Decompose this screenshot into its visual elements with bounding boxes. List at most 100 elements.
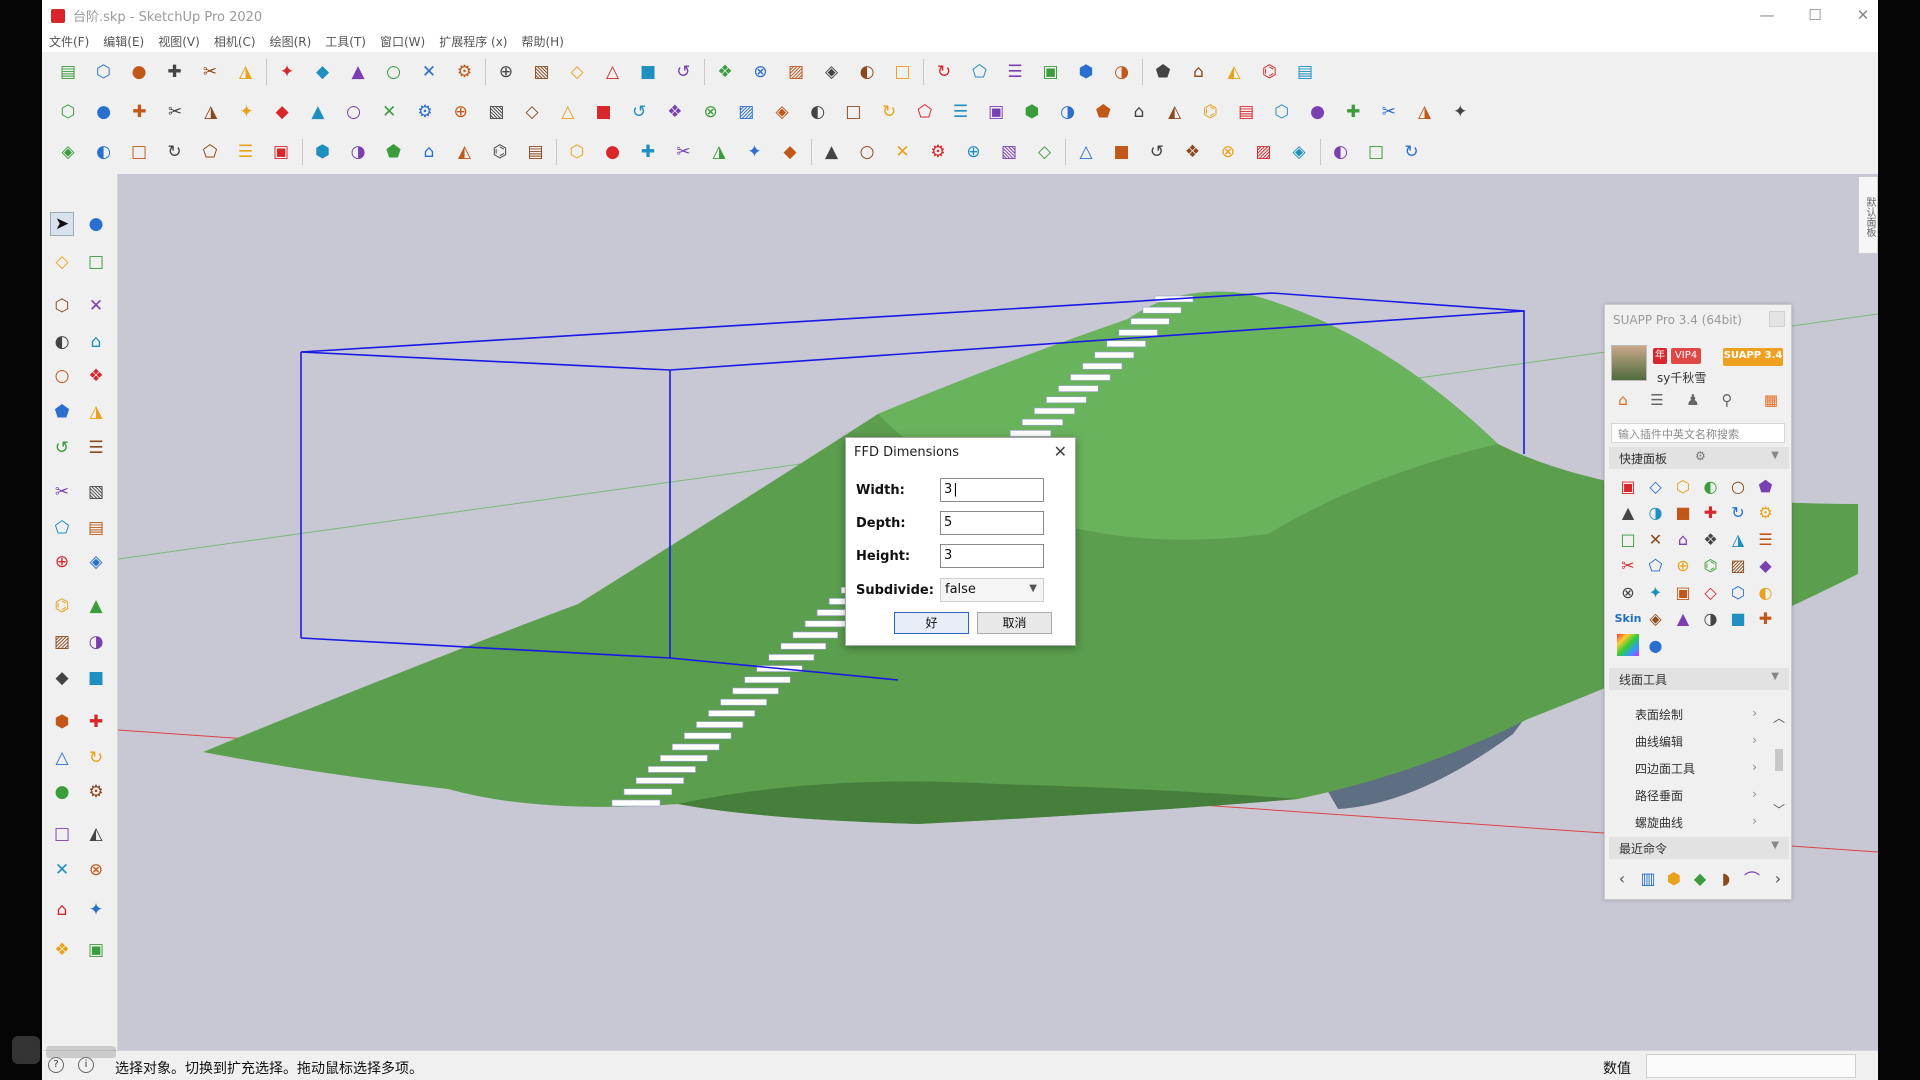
- plugin-tool-icon[interactable]: ❖: [1700, 528, 1722, 550]
- toolbar-tool-icon[interactable]: ⊗: [699, 100, 723, 124]
- toolbar-tool-icon[interactable]: ⬢: [1020, 100, 1044, 124]
- list-icon[interactable]: ☰: [1643, 391, 1671, 413]
- toolbar-tool-icon[interactable]: ✂: [163, 100, 187, 124]
- grid-icon[interactable]: ▦: [1757, 391, 1785, 413]
- chevron-right-icon[interactable]: ›: [1767, 867, 1789, 889]
- toolbar-tool-icon[interactable]: ↺: [1145, 140, 1169, 164]
- palette-tool-icon[interactable]: △: [50, 746, 74, 770]
- menu-file[interactable]: 文件(F): [42, 33, 96, 50]
- palette-tool-icon[interactable]: ⬠: [50, 516, 74, 540]
- menu-view[interactable]: 视图(V): [151, 33, 207, 50]
- palette-tool-icon[interactable]: ▨: [50, 630, 74, 654]
- palette-tool-icon[interactable]: ◇: [50, 250, 74, 274]
- toolbar-tool-icon[interactable]: ↺: [627, 100, 651, 124]
- palette-tool-icon[interactable]: □: [50, 822, 74, 846]
- recent-command-icon[interactable]: ⬢: [1663, 867, 1685, 889]
- plugin-tool-icon[interactable]: ⌂: [1672, 528, 1694, 550]
- plugin-tool-icon[interactable]: □: [1617, 528, 1639, 550]
- palette-tool-icon[interactable]: ⊗: [84, 858, 108, 882]
- cancel-button[interactable]: 取消: [977, 612, 1052, 634]
- toolbar-tool-icon[interactable]: ↻: [932, 60, 956, 84]
- toolbar-tool-icon[interactable]: ⌂: [1127, 100, 1151, 124]
- plugin-tool-icon[interactable]: ◑: [1700, 608, 1722, 630]
- height-input[interactable]: 3: [940, 544, 1044, 568]
- palette-tool-icon[interactable]: ○: [50, 364, 74, 388]
- toolbar-tool-icon[interactable]: ⬟: [1091, 100, 1115, 124]
- toolbar-tool-icon[interactable]: ▣: [1039, 60, 1063, 84]
- toolbar-tool-icon[interactable]: ◆: [270, 100, 294, 124]
- toolbar-tool-icon[interactable]: ■: [636, 60, 660, 84]
- toolbar-tool-icon[interactable]: ◇: [520, 100, 544, 124]
- palette-tool-icon[interactable]: ■: [84, 666, 108, 690]
- plugin-tool-icon[interactable]: ✕: [1645, 528, 1667, 550]
- recent-commands-header[interactable]: 最近命令 ▼: [1609, 837, 1789, 859]
- toolbar-tool-icon[interactable]: ○: [855, 140, 879, 164]
- plugin-tool-icon[interactable]: ↻: [1727, 502, 1749, 524]
- toolbar-tool-icon[interactable]: △: [601, 60, 625, 84]
- palette-tool-icon[interactable]: ◐: [50, 330, 74, 354]
- toolbar-tool-icon[interactable]: ○: [342, 100, 366, 124]
- close-icon[interactable]: ✕: [1847, 4, 1879, 26]
- scroll-thumb[interactable]: [1775, 749, 1783, 771]
- subdivide-select[interactable]: false ▼: [940, 578, 1044, 602]
- recent-command-icon[interactable]: ◆: [1689, 867, 1711, 889]
- toolbar-tool-icon[interactable]: ⬢: [1074, 60, 1098, 84]
- select-tool-icon[interactable]: ➤: [50, 212, 74, 236]
- toolbar-tool-icon[interactable]: ■: [1110, 140, 1134, 164]
- toolbar-tool-icon[interactable]: ●: [601, 140, 625, 164]
- toolbar-tool-icon[interactable]: ◐: [806, 100, 830, 124]
- plugin-tool-icon[interactable]: ⊕: [1672, 555, 1694, 577]
- toolbar-tool-icon[interactable]: ◐: [855, 60, 879, 84]
- toolbar-tool-icon[interactable]: ↻: [1400, 140, 1424, 164]
- toolbar-tool-icon[interactable]: ✚: [636, 140, 660, 164]
- toolbar-tool-icon[interactable]: ▣: [269, 140, 293, 164]
- toolbar-tool-icon[interactable]: ✂: [198, 60, 222, 84]
- skin-tool-icon[interactable]: Skin: [1615, 608, 1642, 630]
- toolbar-tool-icon[interactable]: ■: [592, 100, 616, 124]
- toolbar-tool-icon[interactable]: □: [891, 60, 915, 84]
- toolbar-tool-icon[interactable]: ✕: [891, 140, 915, 164]
- plugin-tool-icon[interactable]: ▨: [1727, 555, 1749, 577]
- toolbar-tool-icon[interactable]: ●: [92, 100, 116, 124]
- palette-tool-icon[interactable]: ◈: [84, 550, 108, 574]
- plugin-tool-icon[interactable]: ⌬: [1700, 555, 1722, 577]
- toolbar-tool-icon[interactable]: ◭: [1222, 60, 1246, 84]
- palette-tool-icon[interactable]: ▣: [84, 938, 108, 962]
- scroll-down-icon[interactable]: ﹀: [1773, 801, 1785, 818]
- dialog-close-icon[interactable]: ✕: [1054, 442, 1067, 461]
- palette-tool-icon[interactable]: ⬢: [50, 710, 74, 734]
- toolbar-tool-icon[interactable]: ⬢: [311, 140, 335, 164]
- toolbar-tool-icon[interactable]: ↻: [877, 100, 901, 124]
- plugin-tool-icon[interactable]: ⚙: [1755, 502, 1777, 524]
- palette-tool-icon[interactable]: ◭: [84, 822, 108, 846]
- plugin-tool-icon[interactable]: ●: [1645, 634, 1667, 656]
- plugin-tool-icon[interactable]: ○: [1727, 475, 1749, 497]
- toolbar-tool-icon[interactable]: ⬡: [565, 140, 589, 164]
- plugin-tool-icon[interactable]: ◐: [1700, 475, 1722, 497]
- plugin-tool-icon[interactable]: ◇: [1700, 581, 1722, 603]
- toolbar-tool-icon[interactable]: ◭: [453, 140, 477, 164]
- palette-tool-icon[interactable]: ▧: [84, 480, 108, 504]
- menu-window[interactable]: 窗口(W): [373, 33, 432, 50]
- palette-tool-icon[interactable]: ↺: [50, 436, 74, 460]
- menu-extensions[interactable]: 扩展程序 (x): [432, 33, 514, 50]
- toolbar-tool-icon[interactable]: ◮: [234, 60, 258, 84]
- line-face-tools-header[interactable]: 线面工具 ▼: [1609, 668, 1789, 690]
- toolbar-tool-icon[interactable]: ▤: [1293, 60, 1317, 84]
- toolbar-tool-icon[interactable]: ▤: [1234, 100, 1258, 124]
- toolbar-tool-icon[interactable]: ▨: [1252, 140, 1276, 164]
- toolbar-tool-icon[interactable]: ⌂: [417, 140, 441, 164]
- search-icon[interactable]: ⚲: [1713, 391, 1741, 413]
- plugin-tool-icon[interactable]: ▲: [1617, 502, 1639, 524]
- toolbar-tool-icon[interactable]: ✂: [1377, 100, 1401, 124]
- menu-item-spiral-curve[interactable]: 螺旋曲线 ›: [1615, 811, 1765, 833]
- palette-tool-icon[interactable]: ☰: [84, 436, 108, 460]
- plugin-tool-icon[interactable]: ◮: [1727, 528, 1749, 550]
- toolbar-tool-icon[interactable]: ✦: [743, 140, 767, 164]
- toolbar-tool-icon[interactable]: ❖: [1181, 140, 1205, 164]
- toolbar-tool-icon[interactable]: ⌬: [488, 140, 512, 164]
- toolbar-tool-icon[interactable]: ✦: [275, 60, 299, 84]
- measurements-input[interactable]: [1646, 1054, 1856, 1078]
- menu-tools[interactable]: 工具(T): [318, 33, 373, 50]
- toolbar-tool-icon[interactable]: ☰: [949, 100, 973, 124]
